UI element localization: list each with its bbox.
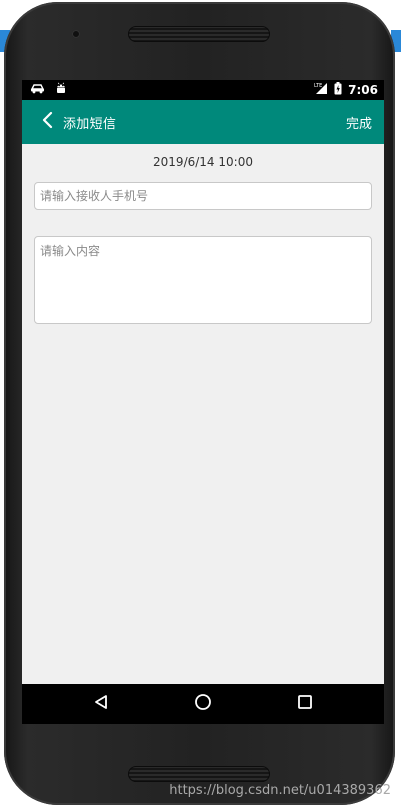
done-button[interactable]: 完成: [346, 113, 372, 132]
status-time: 7:06: [348, 83, 378, 97]
home-circle-icon: [194, 693, 212, 715]
nav-back-button[interactable]: [89, 692, 113, 716]
car-icon: [30, 82, 45, 97]
bottom-speaker: [128, 766, 270, 782]
battery-icon: [334, 82, 342, 98]
status-bar: LTE 7:06: [22, 80, 384, 100]
android-icon: [55, 82, 67, 97]
nav-home-button[interactable]: [191, 692, 215, 716]
screenshot-stage: LTE 7:06 添加短信 完成 2019/6/14 10:00 请输入接收人手…: [0, 0, 401, 811]
recipient-phone-input[interactable]: [34, 182, 372, 210]
chevron-left-icon: [41, 111, 55, 133]
message-datetime[interactable]: 2019/6/14 10:00: [22, 155, 384, 169]
system-nav-bar: [22, 684, 384, 724]
front-camera: [72, 30, 80, 38]
recents-square-icon: [297, 694, 313, 714]
status-bar-left: [30, 82, 67, 97]
svg-text:LTE: LTE: [314, 83, 322, 89]
nav-recents-button[interactable]: [293, 692, 317, 716]
watermark-url: https://blog.csdn.net/u014389362: [169, 783, 391, 798]
status-bar-right: LTE 7:06: [314, 82, 378, 98]
page-title: 添加短信: [63, 117, 117, 132]
app-bar: 添加短信 完成: [22, 100, 384, 144]
back-triangle-icon: [93, 694, 109, 714]
lte-signal-icon: LTE: [314, 82, 328, 98]
message-content-input[interactable]: [34, 236, 372, 324]
earpiece-speaker: [128, 26, 270, 42]
back-button[interactable]: [36, 110, 60, 134]
phone-screen: LTE 7:06 添加短信 完成 2019/6/14 10:00 请输入接收人手…: [22, 80, 384, 724]
phone-frame: LTE 7:06 添加短信 完成 2019/6/14 10:00 请输入接收人手…: [4, 2, 395, 805]
